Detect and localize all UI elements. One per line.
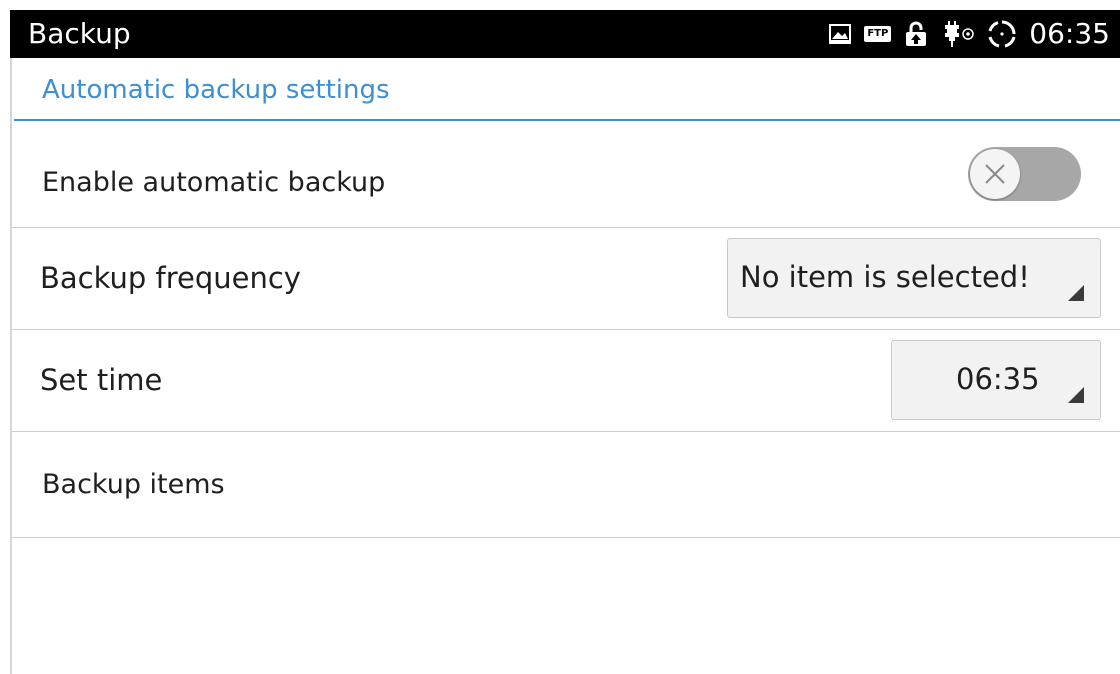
toggle-knob	[970, 149, 1020, 199]
backup-frequency-value: No item is selected!	[740, 260, 1030, 294]
set-time-spinner[interactable]: 06:35	[891, 340, 1101, 420]
status-clock: 06:35	[1029, 17, 1110, 50]
backup-items-row[interactable]: Backup items	[12, 432, 1120, 538]
set-time-label: Set time	[40, 363, 163, 397]
enable-backup-row[interactable]: Enable automatic backup	[12, 121, 1120, 228]
status-icons: FTP 06:35	[828, 10, 1110, 58]
close-icon	[985, 164, 1005, 184]
lock-icon	[903, 21, 929, 47]
dropdown-arrow-icon	[1068, 387, 1084, 403]
dropdown-arrow-icon	[1068, 285, 1084, 301]
backup-items-label: Backup items	[42, 469, 225, 500]
ftp-icon: FTP	[864, 26, 892, 42]
enable-backup-label: Enable automatic backup	[42, 167, 386, 198]
enable-backup-toggle[interactable]	[968, 147, 1081, 201]
set-time-value: 06:35	[956, 362, 1040, 396]
sync-icon	[987, 19, 1017, 49]
backup-frequency-spinner[interactable]: No item is selected!	[727, 238, 1101, 318]
backup-screen: Backup FTP 06:35 Automatic backup settin…	[10, 10, 1120, 674]
ftp-label: FTP	[864, 26, 892, 42]
image-icon	[828, 23, 852, 45]
app-title: Backup	[28, 17, 131, 50]
section-title: Automatic backup settings	[42, 75, 390, 105]
backup-frequency-label: Backup frequency	[40, 261, 301, 295]
status-bar: Backup FTP 06:35	[10, 10, 1120, 58]
usb-debug-icon	[941, 20, 975, 48]
